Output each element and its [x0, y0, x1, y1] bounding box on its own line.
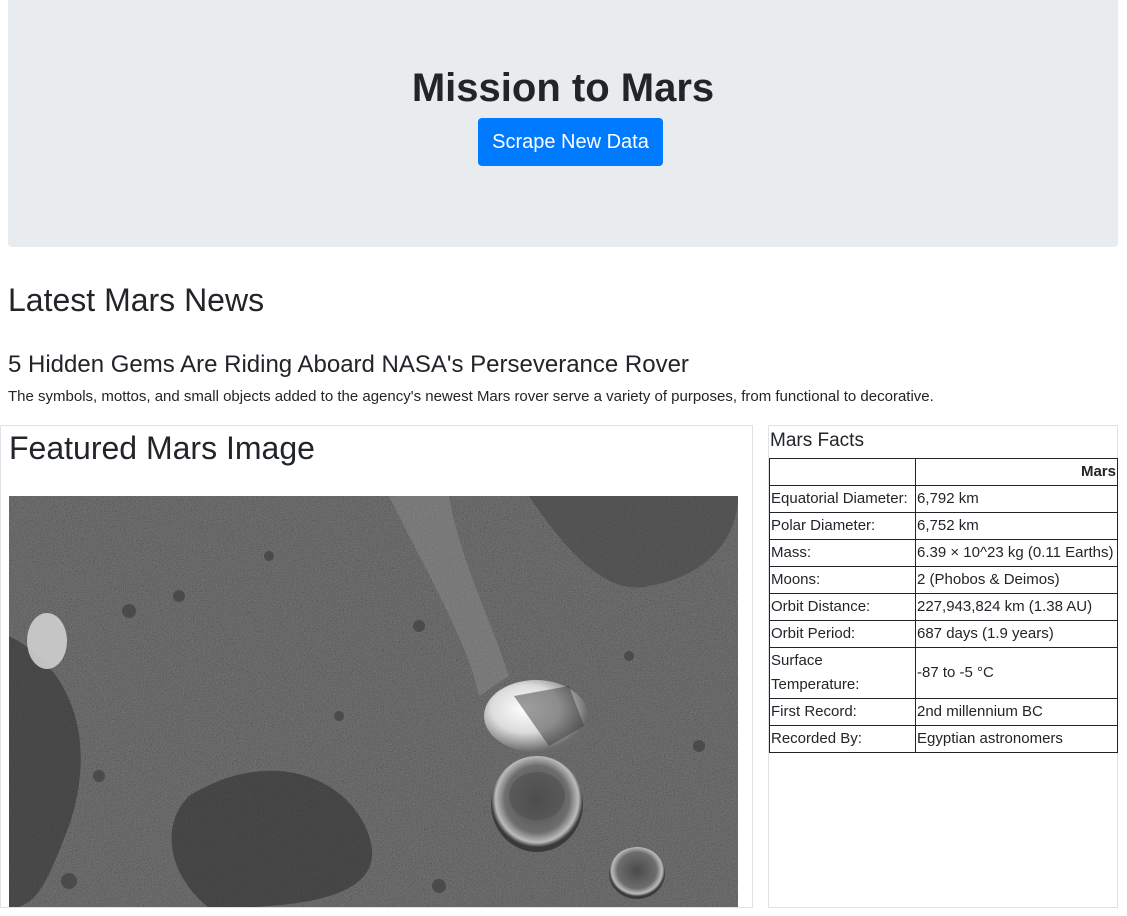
featured-mars-image — [9, 496, 738, 907]
news-title: 5 Hidden Gems Are Riding Aboard NASA's P… — [8, 351, 689, 378]
table-row: Surface Temperature: -87 to -5 °C — [769, 647, 1118, 699]
fact-label: Orbit Distance: — [769, 593, 916, 621]
scrape-new-data-button[interactable]: Scrape New Data — [478, 118, 663, 166]
fact-value: 2 (Phobos & Deimos) — [915, 566, 1118, 594]
news-section-heading: Latest Mars News — [8, 282, 265, 318]
table-row: Equatorial Diameter: 6,792 km — [769, 485, 1118, 513]
fact-value: 6,792 km — [915, 485, 1118, 513]
fact-label: Orbit Period: — [769, 620, 916, 648]
fact-value: Egyptian astronomers — [915, 725, 1118, 753]
fact-value: 687 days (1.9 years) — [915, 620, 1118, 648]
fact-label: Moons: — [769, 566, 916, 594]
table-row: Orbit Distance: 227,943,824 km (1.38 AU) — [769, 593, 1118, 621]
fact-value: 6,752 km — [915, 512, 1118, 540]
table-row: Moons: 2 (Phobos & Deimos) — [769, 566, 1118, 594]
mars-facts-table: Mars Equatorial Diameter: 6,792 km Polar… — [769, 458, 1118, 753]
facts-header-row: Mars — [769, 458, 1118, 486]
table-row: First Record: 2nd millennium BC — [769, 698, 1118, 726]
page-title: Mission to Mars — [411, 66, 715, 110]
table-row: Mass: 6.39 × 10^23 kg (0.11 Earths) — [769, 539, 1118, 567]
facts-header-mars: Mars — [915, 458, 1118, 486]
fact-label: Recorded By: — [769, 725, 916, 753]
table-row: Recorded By: Egyptian astronomers — [769, 725, 1118, 753]
fact-label: Mass: — [769, 539, 916, 567]
table-row: Polar Diameter: 6,752 km — [769, 512, 1118, 540]
fact-label: Equatorial Diameter: — [769, 485, 916, 513]
mars-facts-panel: Mars Facts Mars Equatorial Diameter: 6,7… — [768, 425, 1118, 908]
mars-facts-heading: Mars Facts — [770, 430, 864, 451]
facts-header-empty — [769, 458, 916, 486]
fact-label: Polar Diameter: — [769, 512, 916, 540]
news-teaser: The symbols, mottos, and small objects a… — [8, 388, 934, 405]
featured-image-panel: Featured Mars Image — [0, 425, 753, 908]
fact-value: 227,943,824 km (1.38 AU) — [915, 593, 1118, 621]
featured-image-heading: Featured Mars Image — [9, 430, 315, 466]
header-jumbotron: Mission to Mars Scrape New Data — [8, 0, 1118, 247]
fact-label: Surface Temperature: — [769, 647, 916, 699]
fact-value: 2nd millennium BC — [915, 698, 1118, 726]
fact-value: 6.39 × 10^23 kg (0.11 Earths) — [915, 539, 1118, 567]
fact-value: -87 to -5 °C — [915, 647, 1118, 699]
fact-label: First Record: — [769, 698, 916, 726]
table-row: Orbit Period: 687 days (1.9 years) — [769, 620, 1118, 648]
